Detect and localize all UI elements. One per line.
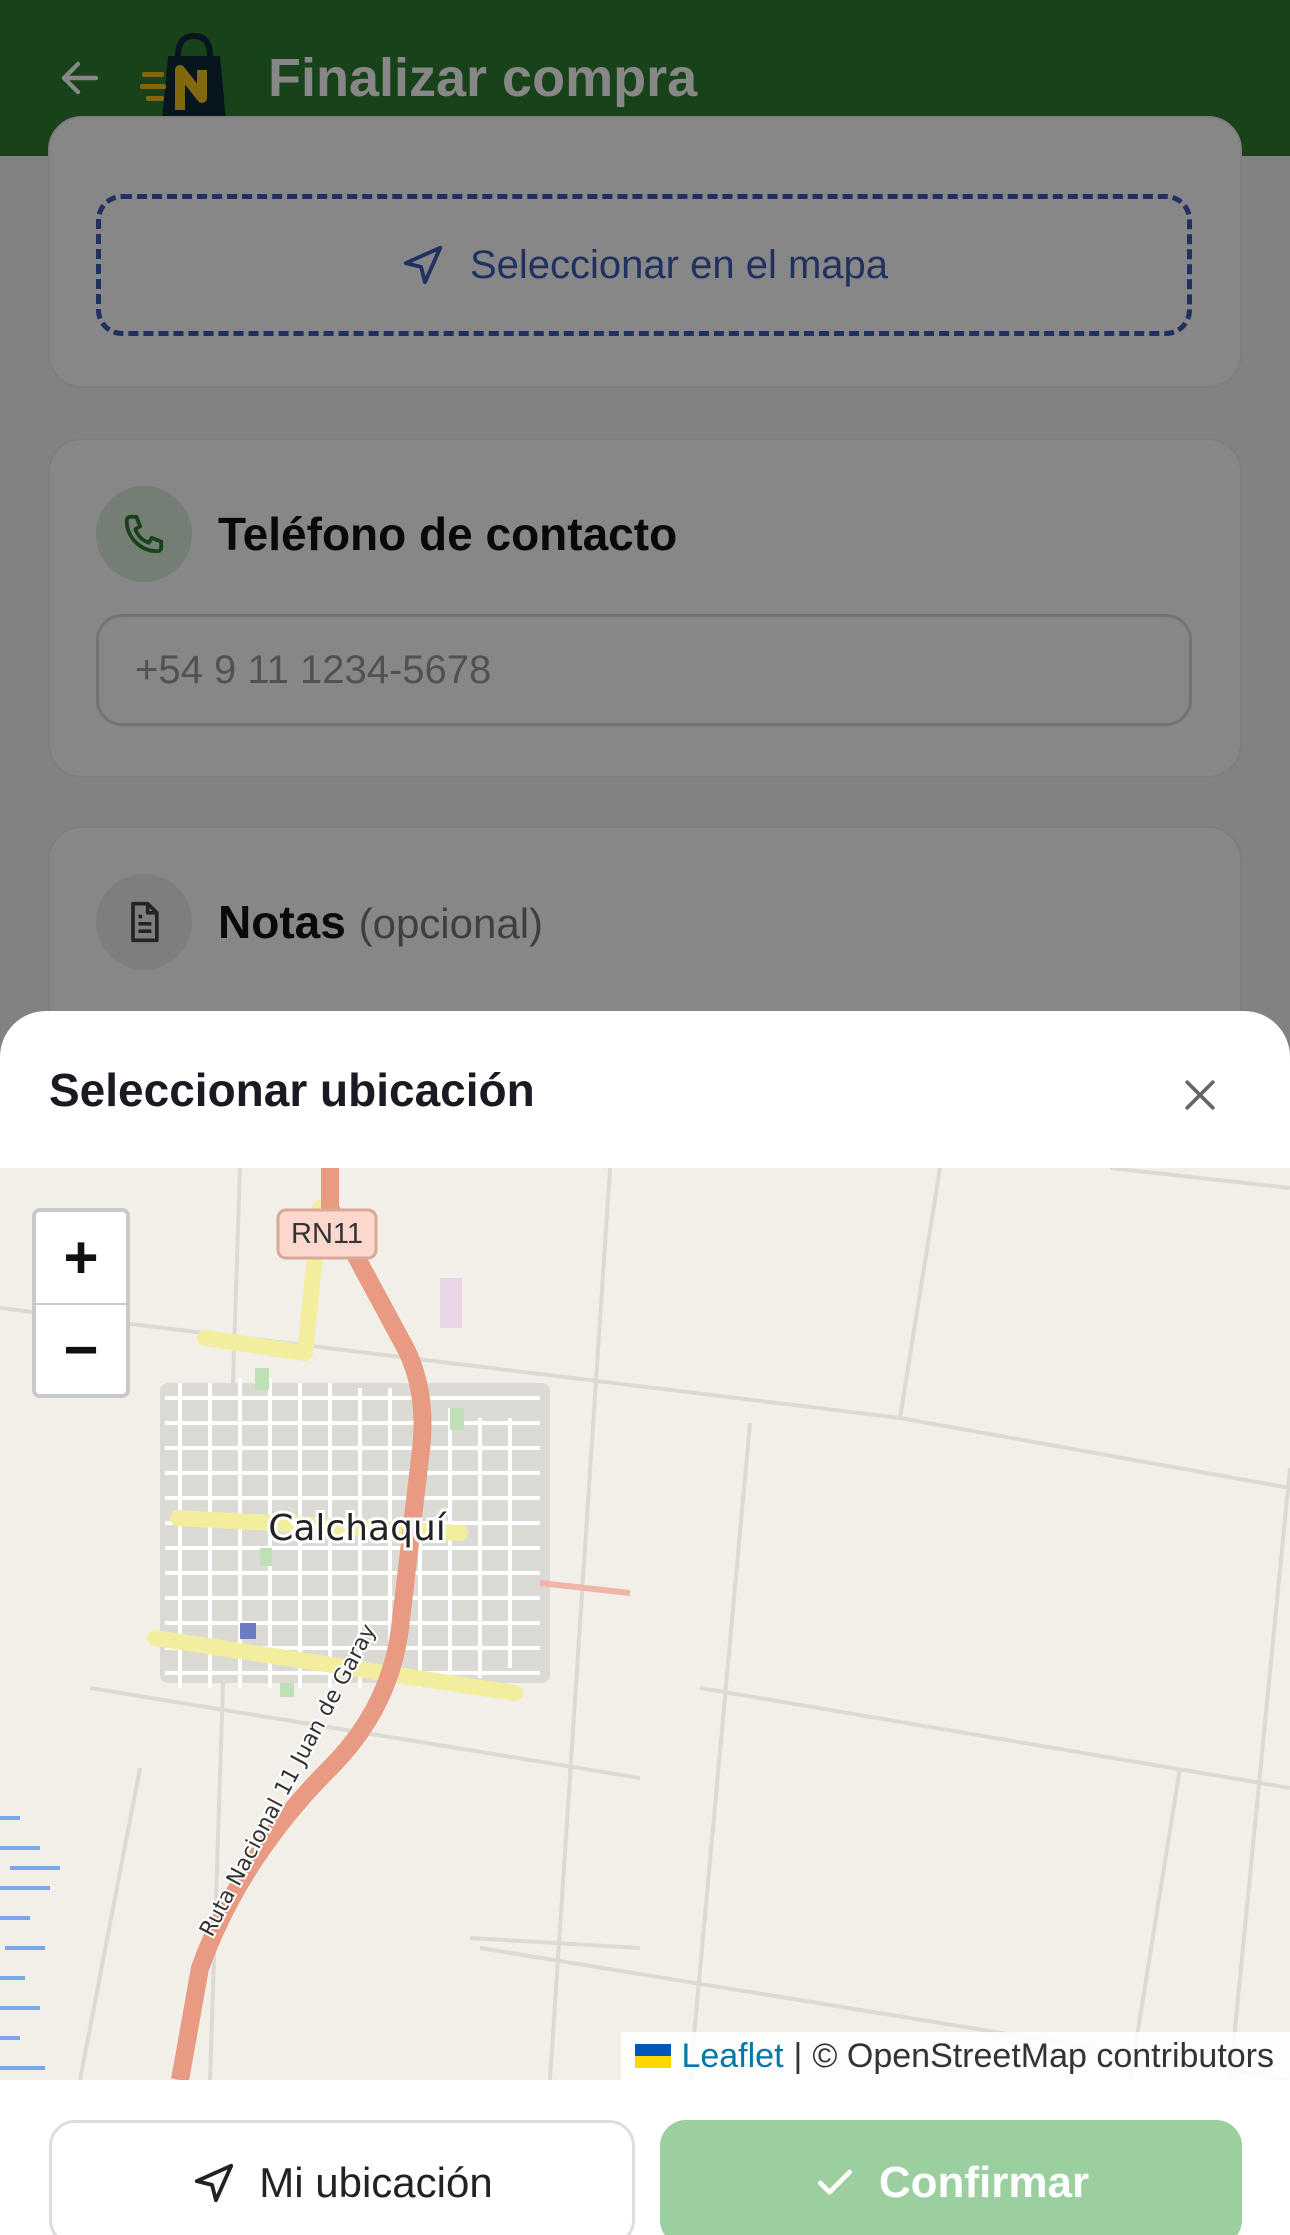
pink-road-segment xyxy=(539,1580,631,1596)
road-shield: RN11 xyxy=(276,1208,378,1260)
leaflet-link[interactable]: Leaflet xyxy=(681,2037,783,2076)
zoom-out-button[interactable]: − xyxy=(36,1303,126,1394)
location-sheet: Seleccionar ubicación RN11 Calchaquí Rut… xyxy=(0,1011,1290,2235)
road-shield-label: RN11 xyxy=(291,1218,363,1250)
confirm-label: Confirmar xyxy=(878,2158,1090,2207)
attribution-separator: | xyxy=(793,2036,803,2075)
map-attribution: Leaflet | © OpenStreetMap contributors xyxy=(621,2032,1290,2080)
zoom-in-button[interactable]: + xyxy=(36,1212,126,1303)
my-location-label: Mi ubicación xyxy=(259,2159,493,2206)
blue-poi-square xyxy=(240,1623,256,1639)
sheet-title: Seleccionar ubicación xyxy=(49,1064,535,1116)
check-icon xyxy=(817,2169,852,2195)
map-tiles[interactable]: RN11 Calchaquí Ruta Nacional 11 Juan de … xyxy=(0,1168,1290,2080)
zoom-control: + − xyxy=(32,1208,130,1398)
close-icon xyxy=(1185,1080,1215,1110)
ukraine-flag-icon xyxy=(635,2044,672,2068)
confirm-button[interactable]: Confirmar xyxy=(660,2120,1242,2235)
osm-attribution[interactable]: © OpenStreetMap contributors xyxy=(812,2037,1274,2076)
sheet-actions: Mi ubicación Confirmar xyxy=(0,2090,1290,2235)
my-location-button[interactable]: Mi ubicación xyxy=(49,2120,635,2235)
pink-area xyxy=(440,1278,462,1328)
map-view[interactable]: RN11 Calchaquí Ruta Nacional 11 Juan de … xyxy=(0,1168,1290,2080)
town-label: Calchaquí xyxy=(268,1508,447,1549)
water-marks xyxy=(0,1816,60,2070)
close-button[interactable] xyxy=(1170,1065,1230,1125)
navigation-arrow-icon xyxy=(195,2163,234,2203)
